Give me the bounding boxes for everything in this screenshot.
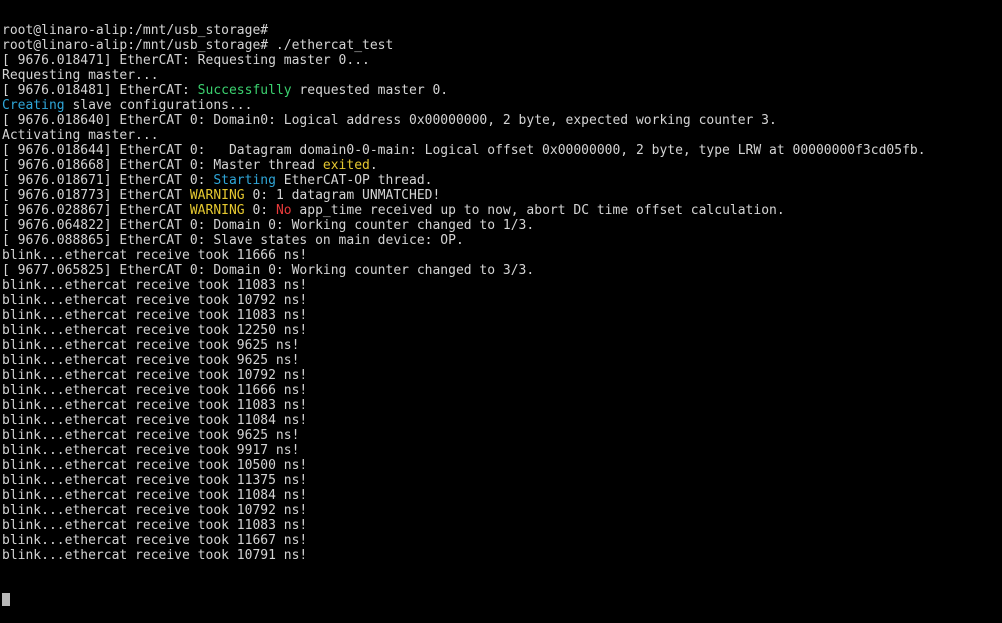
line-text: . — [369, 158, 378, 173]
terminal-line: [ 9676.028867] EtherCAT WARNING 0: No ap… — [2, 203, 1002, 218]
terminal-line: root@linaro-alip:/mnt/usb_storage# ./eth… — [2, 38, 1002, 53]
terminal-line: blink...ethercat receive took 11667 ns! — [2, 533, 1002, 548]
terminal-line: blink...ethercat receive took 9625 ns! — [2, 428, 1002, 443]
line-text: blink...ethercat receive took 10792 ns! — [2, 503, 308, 518]
line-text: root@linaro-alip:/mnt/usb_storage# ./eth… — [2, 38, 394, 53]
line-text: blink...ethercat receive took 11666 ns! — [2, 383, 308, 398]
terminal-line: [ 9676.064822] EtherCAT 0: Domain 0: Wor… — [2, 218, 1002, 233]
text-cursor — [2, 593, 10, 606]
line-text: app_time received up to now, abort DC ti… — [291, 203, 785, 218]
line-text: [ 9676.064822] EtherCAT 0: Domain 0: Wor… — [2, 218, 535, 233]
terminal-line: Creating slave configurations... — [2, 98, 1002, 113]
line-text: [ 9676.088865] EtherCAT 0: Slave states … — [2, 233, 464, 248]
highlighted-text: Starting — [213, 173, 276, 188]
line-text: blink...ethercat receive took 11667 ns! — [2, 533, 308, 548]
line-text: Requesting master... — [2, 68, 159, 83]
terminal-line: root@linaro-alip:/mnt/usb_storage# — [2, 23, 1002, 38]
highlighted-text: Creating — [2, 98, 65, 113]
terminal-line: blink...ethercat receive took 10792 ns! — [2, 368, 1002, 383]
terminal-line: blink...ethercat receive took 11083 ns! — [2, 518, 1002, 533]
terminal-line: [ 9676.018640] EtherCAT 0: Domain0: Logi… — [2, 113, 1002, 128]
terminal-line: Activating master... — [2, 128, 1002, 143]
line-text: blink...ethercat receive took 12250 ns! — [2, 323, 308, 338]
line-text: [ 9676.018773] EtherCAT — [2, 188, 190, 203]
line-text: blink...ethercat receive took 11083 ns! — [2, 308, 308, 323]
line-text: blink...ethercat receive took 10792 ns! — [2, 293, 308, 308]
terminal-line: blink...ethercat receive took 12250 ns! — [2, 323, 1002, 338]
line-text: [ 9676.018668] EtherCAT 0: Master thread — [2, 158, 323, 173]
line-text: [ 9676.018644] EtherCAT 0: Datagram doma… — [2, 143, 926, 158]
line-text: blink...ethercat receive took 11083 ns! — [2, 398, 308, 413]
line-text: [ 9676.018671] EtherCAT 0: — [2, 173, 214, 188]
line-text: blink...ethercat receive took 9917 ns! — [2, 443, 300, 458]
terminal-line: [ 9676.018471] EtherCAT: Requesting mast… — [2, 53, 1002, 68]
terminal-line: Requesting master... — [2, 68, 1002, 83]
highlighted-text: WARNING — [189, 203, 245, 218]
line-text: EtherCAT-OP thread. — [275, 173, 433, 188]
terminal-line: blink...ethercat receive took 11666 ns! — [2, 248, 1002, 263]
terminal-prompt-line[interactable] — [2, 593, 1002, 608]
terminal-line: blink...ethercat receive took 11083 ns! — [2, 278, 1002, 293]
terminal-line: blink...ethercat receive took 10792 ns! — [2, 503, 1002, 518]
highlighted-text: exited — [322, 158, 370, 173]
terminal-line: [ 9676.018773] EtherCAT WARNING 0: 1 dat… — [2, 188, 1002, 203]
terminal-line: blink...ethercat receive took 11666 ns! — [2, 383, 1002, 398]
terminal-line: blink...ethercat receive took 11083 ns! — [2, 398, 1002, 413]
terminal-line: blink...ethercat receive took 11375 ns! — [2, 473, 1002, 488]
line-text: root@linaro-alip:/mnt/usb_storage# — [2, 23, 269, 38]
terminal-lines: root@linaro-alip:/mnt/usb_storage# root@l… — [2, 23, 1002, 563]
highlighted-text: Successfully — [197, 83, 292, 98]
line-text: [ 9677.065825] EtherCAT 0: Domain 0: Wor… — [2, 263, 535, 278]
terminal-line: blink...ethercat receive took 11083 ns! — [2, 308, 1002, 323]
terminal-line: blink...ethercat receive took 11084 ns! — [2, 413, 1002, 428]
terminal-line: [ 9676.018481] EtherCAT: Successfully re… — [2, 83, 1002, 98]
line-text: 0: — [244, 203, 276, 218]
line-text: blink...ethercat receive took 10500 ns! — [2, 458, 308, 473]
terminal-line: blink...ethercat receive took 9625 ns! — [2, 338, 1002, 353]
line-text: blink...ethercat receive took 11083 ns! — [2, 518, 308, 533]
terminal-line: blink...ethercat receive took 10791 ns! — [2, 548, 1002, 563]
line-text: Activating master... — [2, 128, 159, 143]
terminal-line: blink...ethercat receive took 9917 ns! — [2, 443, 1002, 458]
terminal-line: blink...ethercat receive took 11084 ns! — [2, 488, 1002, 503]
line-text: [ 9676.018640] EtherCAT 0: Domain0: Logi… — [2, 113, 777, 128]
terminal-line: [ 9676.088865] EtherCAT 0: Slave states … — [2, 233, 1002, 248]
line-text: 0: 1 datagram UNMATCHED! — [244, 188, 441, 203]
line-text: blink...ethercat receive took 9625 ns! — [2, 353, 300, 368]
highlighted-text: WARNING — [189, 188, 245, 203]
line-text: blink...ethercat receive took 11083 ns! — [2, 278, 308, 293]
line-text: [ 9676.028867] EtherCAT — [2, 203, 190, 218]
line-text: blink...ethercat receive took 11375 ns! — [2, 473, 308, 488]
line-text: [ 9676.018471] EtherCAT: Requesting mast… — [2, 53, 370, 68]
terminal-output[interactable]: root@linaro-alip:/mnt/usb_storage# root@l… — [2, 0, 1002, 623]
terminal-line: [ 9676.018671] EtherCAT 0: Starting Ethe… — [2, 173, 1002, 188]
line-text: requested master 0. — [291, 83, 449, 98]
line-text: blink...ethercat receive took 11084 ns! — [2, 413, 308, 428]
terminal-line: blink...ethercat receive took 10792 ns! — [2, 293, 1002, 308]
terminal-line: [ 9677.065825] EtherCAT 0: Domain 0: Wor… — [2, 263, 1002, 278]
line-text: blink...ethercat receive took 10791 ns! — [2, 548, 308, 563]
line-text: [ 9676.018481] EtherCAT: — [2, 83, 198, 98]
line-text: blink...ethercat receive took 11666 ns! — [2, 248, 308, 263]
line-text: slave configurations... — [64, 98, 253, 113]
line-text: blink...ethercat receive took 10792 ns! — [2, 368, 308, 383]
terminal-line: blink...ethercat receive took 10500 ns! — [2, 458, 1002, 473]
line-text: blink...ethercat receive took 11084 ns! — [2, 488, 308, 503]
line-text: blink...ethercat receive took 9625 ns! — [2, 428, 300, 443]
terminal-line: blink...ethercat receive took 9625 ns! — [2, 353, 1002, 368]
terminal-line: [ 9676.018644] EtherCAT 0: Datagram doma… — [2, 143, 1002, 158]
terminal-line: [ 9676.018668] EtherCAT 0: Master thread… — [2, 158, 1002, 173]
highlighted-text: No — [275, 203, 292, 218]
line-text: blink...ethercat receive took 9625 ns! — [2, 338, 300, 353]
